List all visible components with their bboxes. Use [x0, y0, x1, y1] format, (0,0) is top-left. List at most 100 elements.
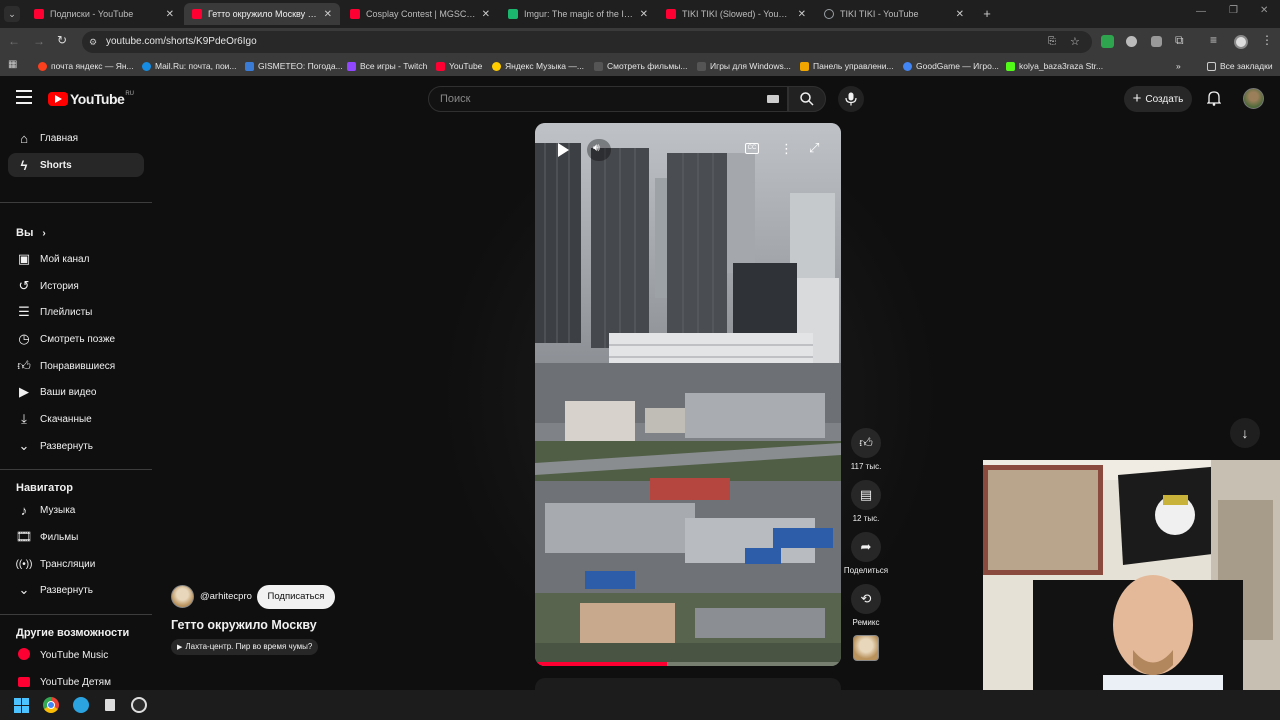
create-button[interactable]: + Создать	[1124, 86, 1192, 112]
minimize-window-icon[interactable]: —	[1196, 6, 1206, 17]
media-controls-icon[interactable]: ≡	[1210, 33, 1217, 47]
play-button[interactable]	[555, 142, 571, 158]
extension-shield-icon[interactable]	[1151, 36, 1162, 47]
browser-menu-icon[interactable]: ⋮	[1261, 33, 1273, 47]
short-title[interactable]: Гетто окружило Москву	[171, 618, 317, 632]
forward-arrow-icon[interactable]: →	[33, 34, 45, 48]
apps-grid-icon[interactable]: ▦	[8, 59, 17, 70]
voice-search-button[interactable]	[838, 86, 864, 112]
windows-start-icon[interactable]	[14, 698, 29, 713]
next-short-button[interactable]: ↓	[1230, 418, 1260, 448]
close-tab-icon[interactable]: ✕	[482, 9, 490, 20]
bookmark-item[interactable]: YouTube	[436, 59, 482, 73]
volume-button[interactable]: 🔊︎	[587, 139, 611, 161]
sidebar-item-my-channel[interactable]: ▣ Мой канал	[8, 247, 144, 271]
channel-handle[interactable]: @arhitecpro	[200, 591, 252, 602]
profile-avatar-icon[interactable]	[1234, 35, 1248, 49]
search-button[interactable]	[788, 86, 826, 112]
sidebar-item-playlists[interactable]: ☰ Плейлисты	[8, 300, 144, 324]
close-tab-icon[interactable]: ✕	[166, 9, 174, 20]
sidebar-item-home[interactable]: ⌂ Главная	[8, 126, 144, 150]
maximize-window-icon[interactable]: ❐	[1229, 5, 1238, 16]
account-avatar[interactable]	[1243, 88, 1264, 109]
more-options-icon[interactable]: ⋮	[780, 141, 793, 157]
share-icon[interactable]: ➦	[851, 532, 881, 562]
close-tab-icon[interactable]: ✕	[798, 9, 806, 20]
music-chip[interactable]: ▶ Лахта-центр. Пир во время чумы?	[171, 639, 319, 655]
bookmark-item[interactable]: Все игры - Twitch	[347, 59, 427, 73]
app-taskbar-icon[interactable]	[105, 699, 115, 711]
sidebar-item-watch-later[interactable]: ◷ Смотреть позже	[8, 327, 144, 351]
bookmark-star-icon[interactable]: ☆	[1070, 31, 1080, 53]
address-bar[interactable]: ⚙ youtube.com/shorts/K9PdeOr6Igo ⎘ ☆	[82, 31, 1092, 53]
sidebar-item-your-videos[interactable]: ▶ Ваши видео	[8, 380, 144, 404]
browser-tab-2[interactable]: Cosplay Contest | MGSCON 2024 ✕	[342, 3, 498, 25]
volume-icon: 🔊︎	[593, 142, 600, 154]
back-arrow-icon[interactable]: ←	[8, 34, 20, 48]
remix-action[interactable]: ⟲ Ремикс	[850, 584, 882, 627]
shorts-video-player[interactable]: 🔊︎ CC ⋮ ⤢	[535, 123, 841, 666]
remix-icon[interactable]: ⟲	[851, 584, 881, 614]
install-app-icon[interactable]: ⎘	[1048, 31, 1056, 53]
bookmark-item[interactable]: почта яндекс — Ян...	[38, 59, 134, 73]
browser-tab-0[interactable]: Подписки - YouTube ✕	[26, 3, 182, 25]
hamburger-menu-icon[interactable]	[16, 90, 32, 104]
sidebar-item-youtube-music[interactable]: YouTube Music	[8, 643, 144, 667]
close-window-icon[interactable]: ✕	[1260, 5, 1268, 16]
notifications-bell-icon[interactable]	[1206, 90, 1222, 111]
browser-tab-3[interactable]: Imgur: The magic of the Internet ✕	[500, 3, 656, 25]
browser-tab-5[interactable]: TIKI TIKI - YouTube ✕	[816, 3, 972, 25]
sidebar-item-shorts[interactable]: ϟ Shorts	[8, 153, 144, 177]
sidebar-item-downloads[interactable]: ⤓ Скачанные	[8, 407, 144, 431]
youtube-logo[interactable]: YouTube RU	[48, 91, 134, 107]
extension-gray-icon[interactable]	[1126, 36, 1137, 47]
bookmark-item[interactable]: Яндекс Музыка —...	[492, 59, 584, 73]
sidebar-item-expand-nav[interactable]: ⌄ Развернуть	[8, 578, 144, 602]
close-tab-icon[interactable]: ✕	[640, 9, 648, 20]
sidebar-you-header[interactable]: Вы ›	[16, 227, 46, 239]
extension-green-icon[interactable]	[1101, 35, 1114, 48]
captions-button[interactable]: CC	[745, 143, 759, 154]
you-header-label: Вы	[16, 227, 34, 239]
search-input[interactable]: Поиск	[428, 86, 788, 112]
share-action[interactable]: ➦ Поделиться	[844, 532, 888, 575]
more-bookmarks-chevron-icon[interactable]: »	[1176, 59, 1181, 73]
sidebar-item-history[interactable]: ↺ История	[8, 274, 144, 298]
site-info-icon[interactable]: ⚙	[89, 31, 97, 53]
telegram-taskbar-icon[interactable]	[73, 697, 89, 713]
comments-action[interactable]: ▤ 12 тыс.	[850, 480, 882, 523]
sound-thumbnail[interactable]	[853, 635, 879, 661]
keyboard-icon[interactable]	[767, 95, 779, 103]
close-tab-icon[interactable]: ✕	[324, 9, 332, 20]
browser-tab-1-active[interactable]: Гетто окружило Москву - YouTube ✕	[184, 3, 340, 25]
all-bookmarks[interactable]: Все закладки	[1207, 59, 1273, 73]
obs-taskbar-icon[interactable]	[131, 697, 147, 713]
tab-search-dropdown[interactable]: ⌄	[4, 6, 20, 22]
bookmark-item[interactable]: GoodGame — Игро...	[903, 59, 999, 73]
video-progress-track[interactable]	[535, 662, 841, 666]
browser-tab-4[interactable]: TIKI TIKI (Slowed) - YouTube ✕	[658, 3, 814, 25]
bookmark-item[interactable]: Смотреть фильмы...	[594, 59, 687, 73]
close-tab-icon[interactable]: ✕	[956, 9, 964, 20]
bookmark-item[interactable]: kolya_baza3raza Str...	[1006, 59, 1103, 73]
new-tab-button[interactable]: +	[979, 6, 995, 22]
sidebar-item-live[interactable]: ((•)) Трансляции	[8, 552, 144, 576]
bookmark-item[interactable]: Mail.Ru: почта, пои...	[142, 59, 237, 73]
bookmark-item[interactable]: Игры для Windows...	[697, 59, 791, 73]
channel-avatar[interactable]	[171, 585, 194, 608]
sidebar-item-music[interactable]: ♪ Музыка	[8, 498, 144, 522]
sidebar-item-liked[interactable]: 👍︎ Понравившиеся	[8, 354, 144, 378]
subscribe-button[interactable]: Подписаться	[257, 585, 335, 609]
like-action[interactable]: 👍︎ 117 тыс.	[850, 428, 882, 471]
comment-icon[interactable]: ▤	[851, 480, 881, 510]
chrome-taskbar-icon[interactable]	[43, 697, 59, 713]
bookmark-item[interactable]: GISMETEO: Погода...	[245, 59, 343, 73]
reload-icon[interactable]: ↻	[57, 33, 67, 47]
sidebar-item-expand[interactable]: ⌄ Развернуть	[8, 434, 144, 458]
sidebar-item-films[interactable]: 🎞︎ Фильмы	[8, 525, 144, 549]
microphone-icon	[845, 92, 857, 106]
fullscreen-icon[interactable]: ⤢	[809, 140, 819, 156]
thumbs-up-icon[interactable]: 👍︎	[851, 428, 881, 458]
bookmark-item[interactable]: Панель управлени...	[800, 59, 894, 73]
extensions-puzzle-icon[interactable]: ⧉	[1175, 33, 1184, 48]
